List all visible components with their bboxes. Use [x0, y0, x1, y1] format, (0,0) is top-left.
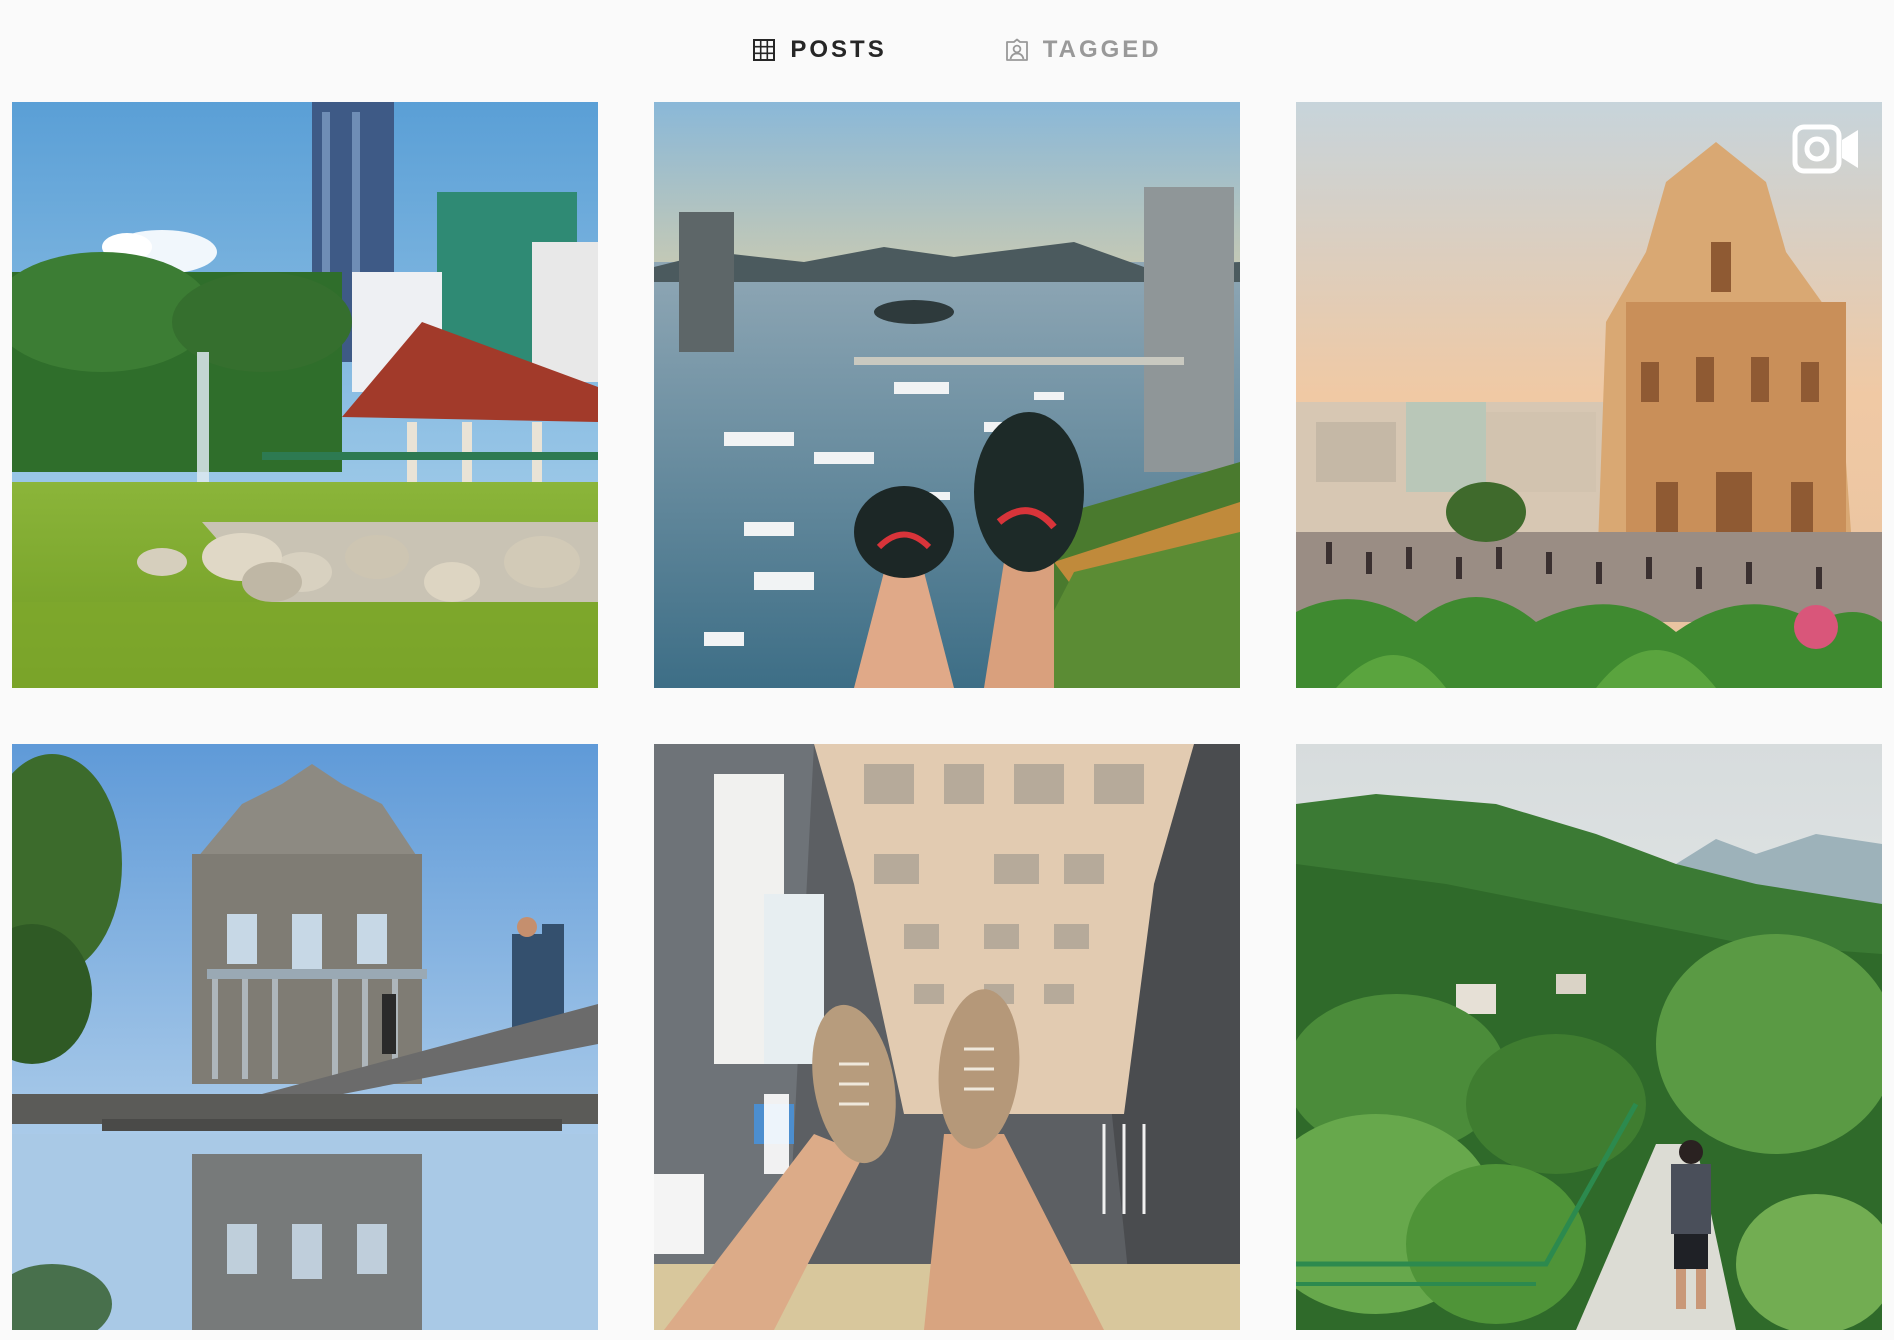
post-image-garden-pond — [12, 102, 598, 688]
tagged-person-icon — [1005, 38, 1028, 61]
post-tile-6[interactable] — [1296, 744, 1882, 1330]
post-image-ruins-sunset — [1296, 102, 1882, 688]
profile-tab-bar: POSTS TAGGED — [0, 0, 1894, 100]
grid-icon — [753, 39, 776, 61]
post-tile-1[interactable] — [12, 102, 598, 688]
video-camera-icon — [1792, 124, 1858, 174]
post-image-ruins-reflection — [12, 744, 598, 1330]
post-tile-2[interactable] — [654, 102, 1240, 688]
tab-tagged[interactable]: TAGGED — [1005, 36, 1162, 64]
post-image-rooftop-feet — [654, 744, 1240, 1330]
post-image-green-hills — [1296, 744, 1882, 1330]
tab-posts-label: POSTS — [790, 36, 887, 63]
post-image-harbour-sunset — [654, 102, 1240, 688]
tab-tagged-label: TAGGED — [1042, 36, 1162, 63]
tab-posts[interactable]: POSTS — [752, 36, 886, 64]
post-tile-4[interactable] — [12, 744, 598, 1330]
posts-grid — [12, 102, 1882, 1330]
post-tile-3[interactable] — [1296, 102, 1882, 688]
post-tile-5[interactable] — [654, 744, 1240, 1330]
